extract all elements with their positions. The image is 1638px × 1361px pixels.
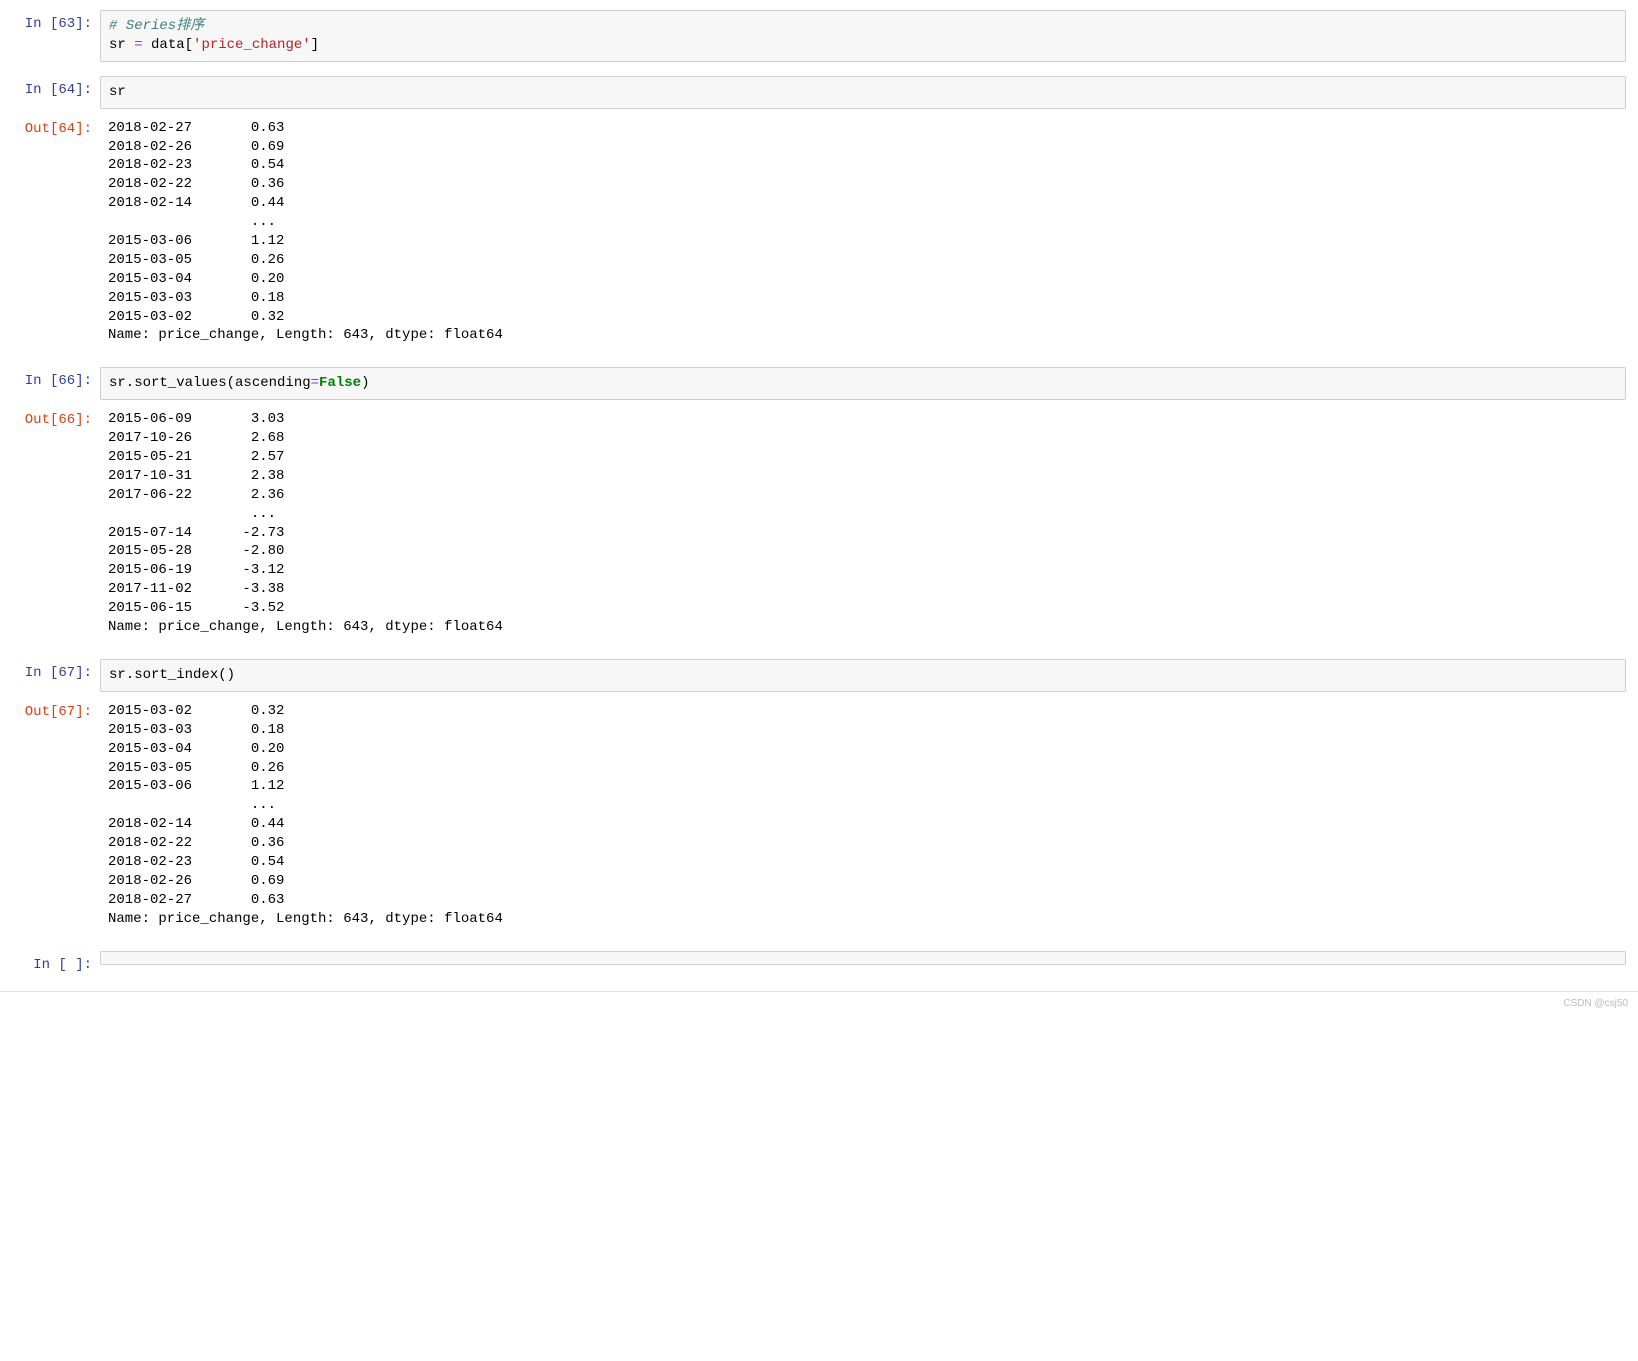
code-input[interactable]: # Series排序 sr = data['price_change'] xyxy=(100,10,1626,62)
in-prompt: In [64]: xyxy=(12,76,100,98)
code-input[interactable]: sr xyxy=(100,76,1626,109)
code-input[interactable]: sr.sort_values(ascending=False) xyxy=(100,367,1626,400)
code-input[interactable]: sr.sort_index() xyxy=(100,659,1626,692)
cell-66: In [66]: sr.sort_values(ascending=False)… xyxy=(12,367,1626,645)
cell-output: 2018-02-27 0.63 2018-02-26 0.69 2018-02-… xyxy=(100,115,1626,354)
in-prompt: In [67]: xyxy=(12,659,100,681)
in-prompt: In [ ]: xyxy=(12,951,100,973)
out-prompt: Out[66]: xyxy=(12,406,100,428)
watermark: CSDN @csj50 xyxy=(0,991,1638,1013)
cell-empty: In [ ]: xyxy=(12,951,1626,973)
cell-output: 2015-06-09 3.03 2017-10-26 2.68 2015-05-… xyxy=(100,406,1626,645)
out-prompt: Out[67]: xyxy=(12,698,100,720)
notebook: In [63]: # Series排序 sr = data['price_cha… xyxy=(0,0,1638,991)
cell-64: In [64]: sr Out[64]: 2018-02-27 0.63 201… xyxy=(12,76,1626,354)
in-prompt: In [66]: xyxy=(12,367,100,389)
out-prompt: Out[64]: xyxy=(12,115,100,137)
cell-63: In [63]: # Series排序 sr = data['price_cha… xyxy=(12,10,1626,62)
cell-67: In [67]: sr.sort_index() Out[67]: 2015-0… xyxy=(12,659,1626,937)
code-input[interactable] xyxy=(100,951,1626,965)
in-prompt: In [63]: xyxy=(12,10,100,32)
cell-output: 2015-03-02 0.32 2015-03-03 0.18 2015-03-… xyxy=(100,698,1626,937)
